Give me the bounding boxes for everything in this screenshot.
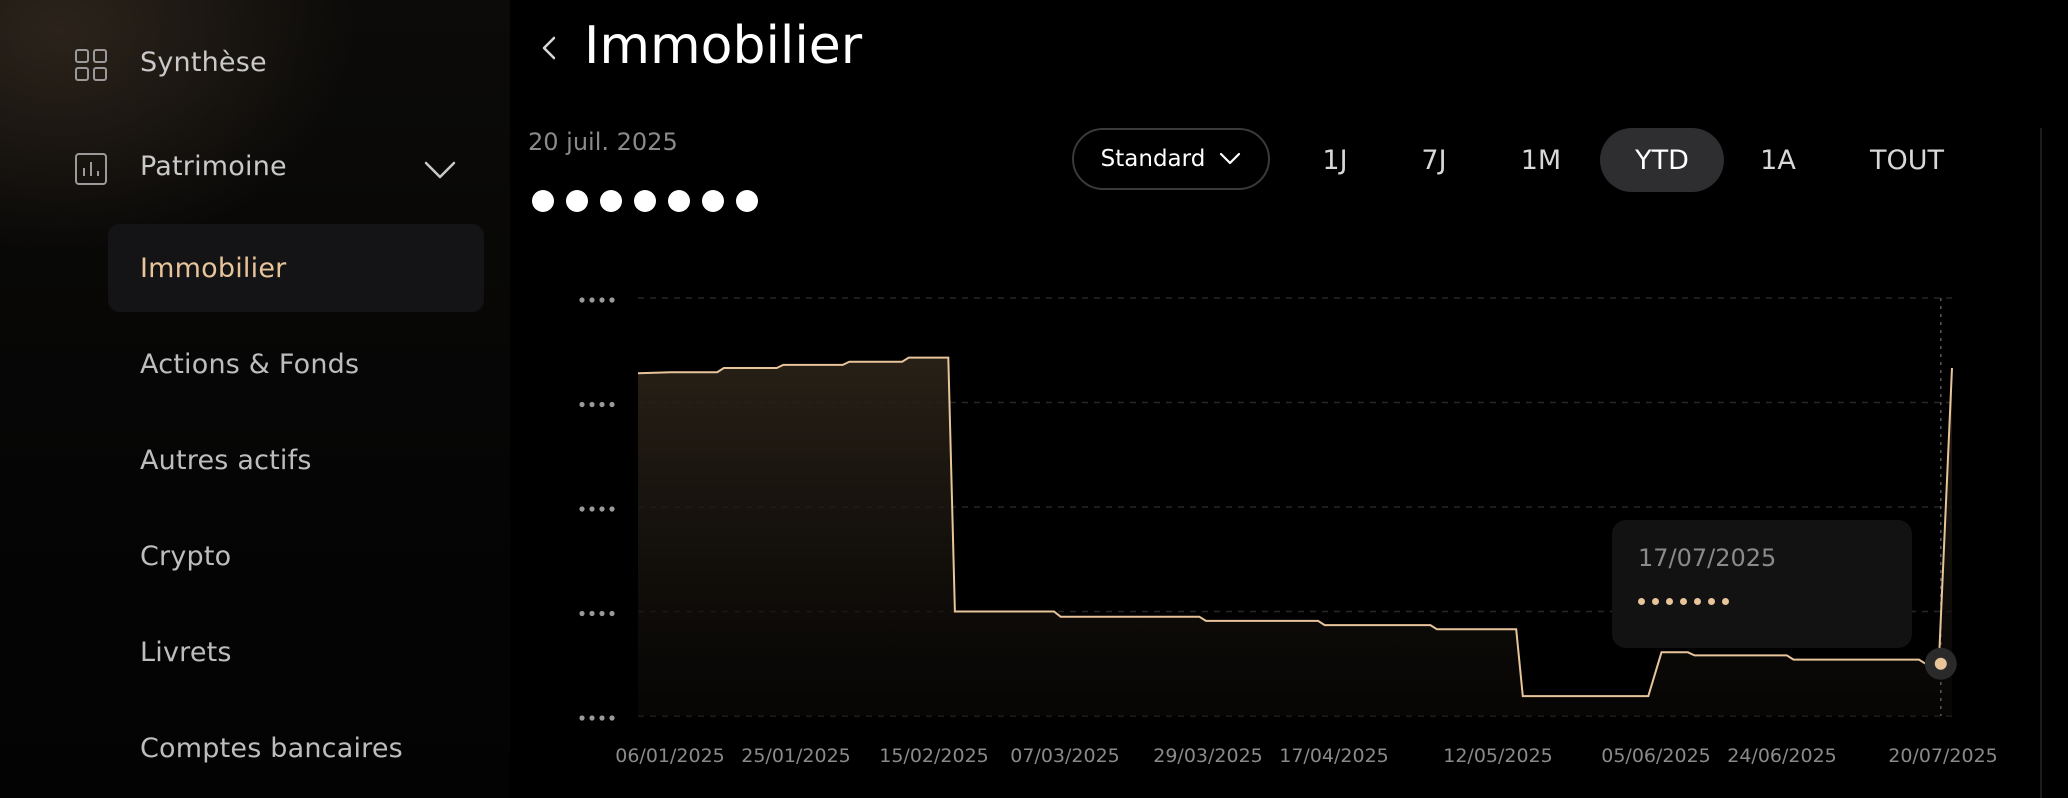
x-axis-ticks: 06/01/2025 25/01/2025 15/02/2025 07/03/2025… xyxy=(615,745,1998,767)
y-tick-masked xyxy=(579,715,615,721)
x-tick-label: 24/06/2025 xyxy=(1727,745,1837,767)
masked-digit xyxy=(1666,598,1673,605)
x-tick-label: 15/02/2025 xyxy=(879,745,989,767)
x-tick-label: 17/04/2025 xyxy=(1279,745,1389,767)
tooltip-date: 17/07/2025 xyxy=(1638,544,1777,572)
y-axis-ticks xyxy=(579,297,615,721)
tooltip-masked-value xyxy=(1638,598,1729,605)
masked-digit xyxy=(1708,598,1715,605)
x-tick-label: 07/03/2025 xyxy=(1010,745,1120,767)
hover-point[interactable] xyxy=(1934,657,1947,670)
masked-digit xyxy=(1680,598,1687,605)
x-tick-label: 29/03/2025 xyxy=(1153,745,1263,767)
masked-digit xyxy=(1694,598,1701,605)
y-tick-masked xyxy=(579,297,615,303)
x-tick-label: 20/07/2025 xyxy=(1888,745,1998,767)
y-tick-masked xyxy=(579,506,615,512)
x-tick-label: 25/01/2025 xyxy=(741,745,851,767)
y-tick-masked xyxy=(579,610,615,617)
y-tick-masked xyxy=(579,401,615,408)
masked-digit xyxy=(1722,598,1729,605)
masked-digit xyxy=(1638,598,1645,605)
x-tick-label: 05/06/2025 xyxy=(1601,745,1711,767)
x-tick-label: 06/01/2025 xyxy=(615,745,725,767)
value-chart: 06/01/2025 25/01/2025 15/02/2025 07/03/2025… xyxy=(579,297,1998,767)
masked-digit xyxy=(1652,598,1659,605)
chart-tooltip: 17/07/2025 xyxy=(1612,520,1912,648)
x-tick-label: 12/05/2025 xyxy=(1443,745,1553,767)
